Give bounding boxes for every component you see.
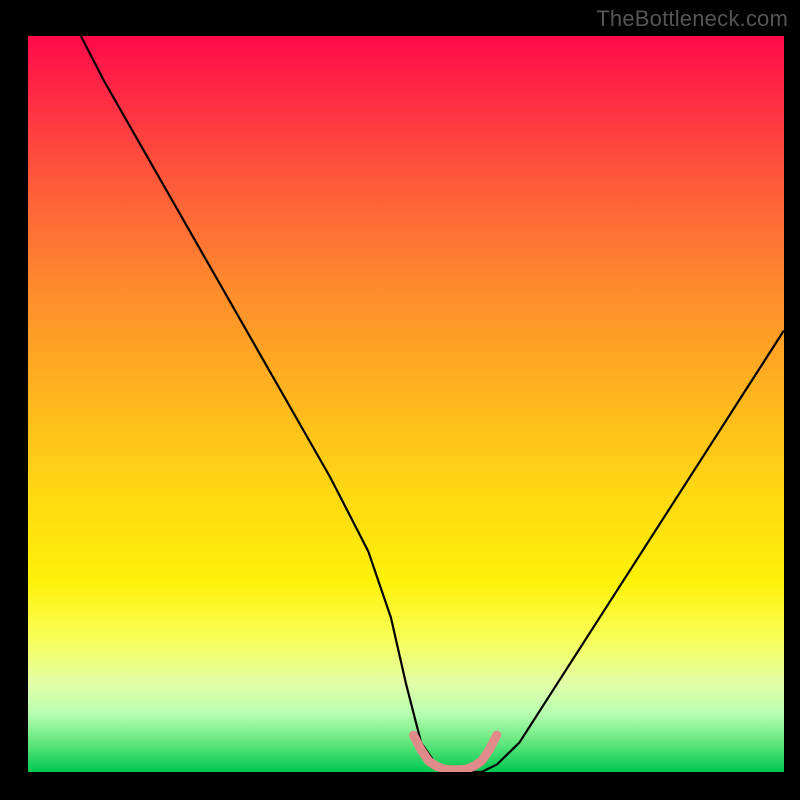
plot-area	[28, 36, 784, 772]
background-gradient	[28, 36, 784, 772]
chart-frame: TheBottleneck.com	[0, 0, 800, 800]
watermark-text: TheBottleneck.com	[596, 6, 788, 32]
